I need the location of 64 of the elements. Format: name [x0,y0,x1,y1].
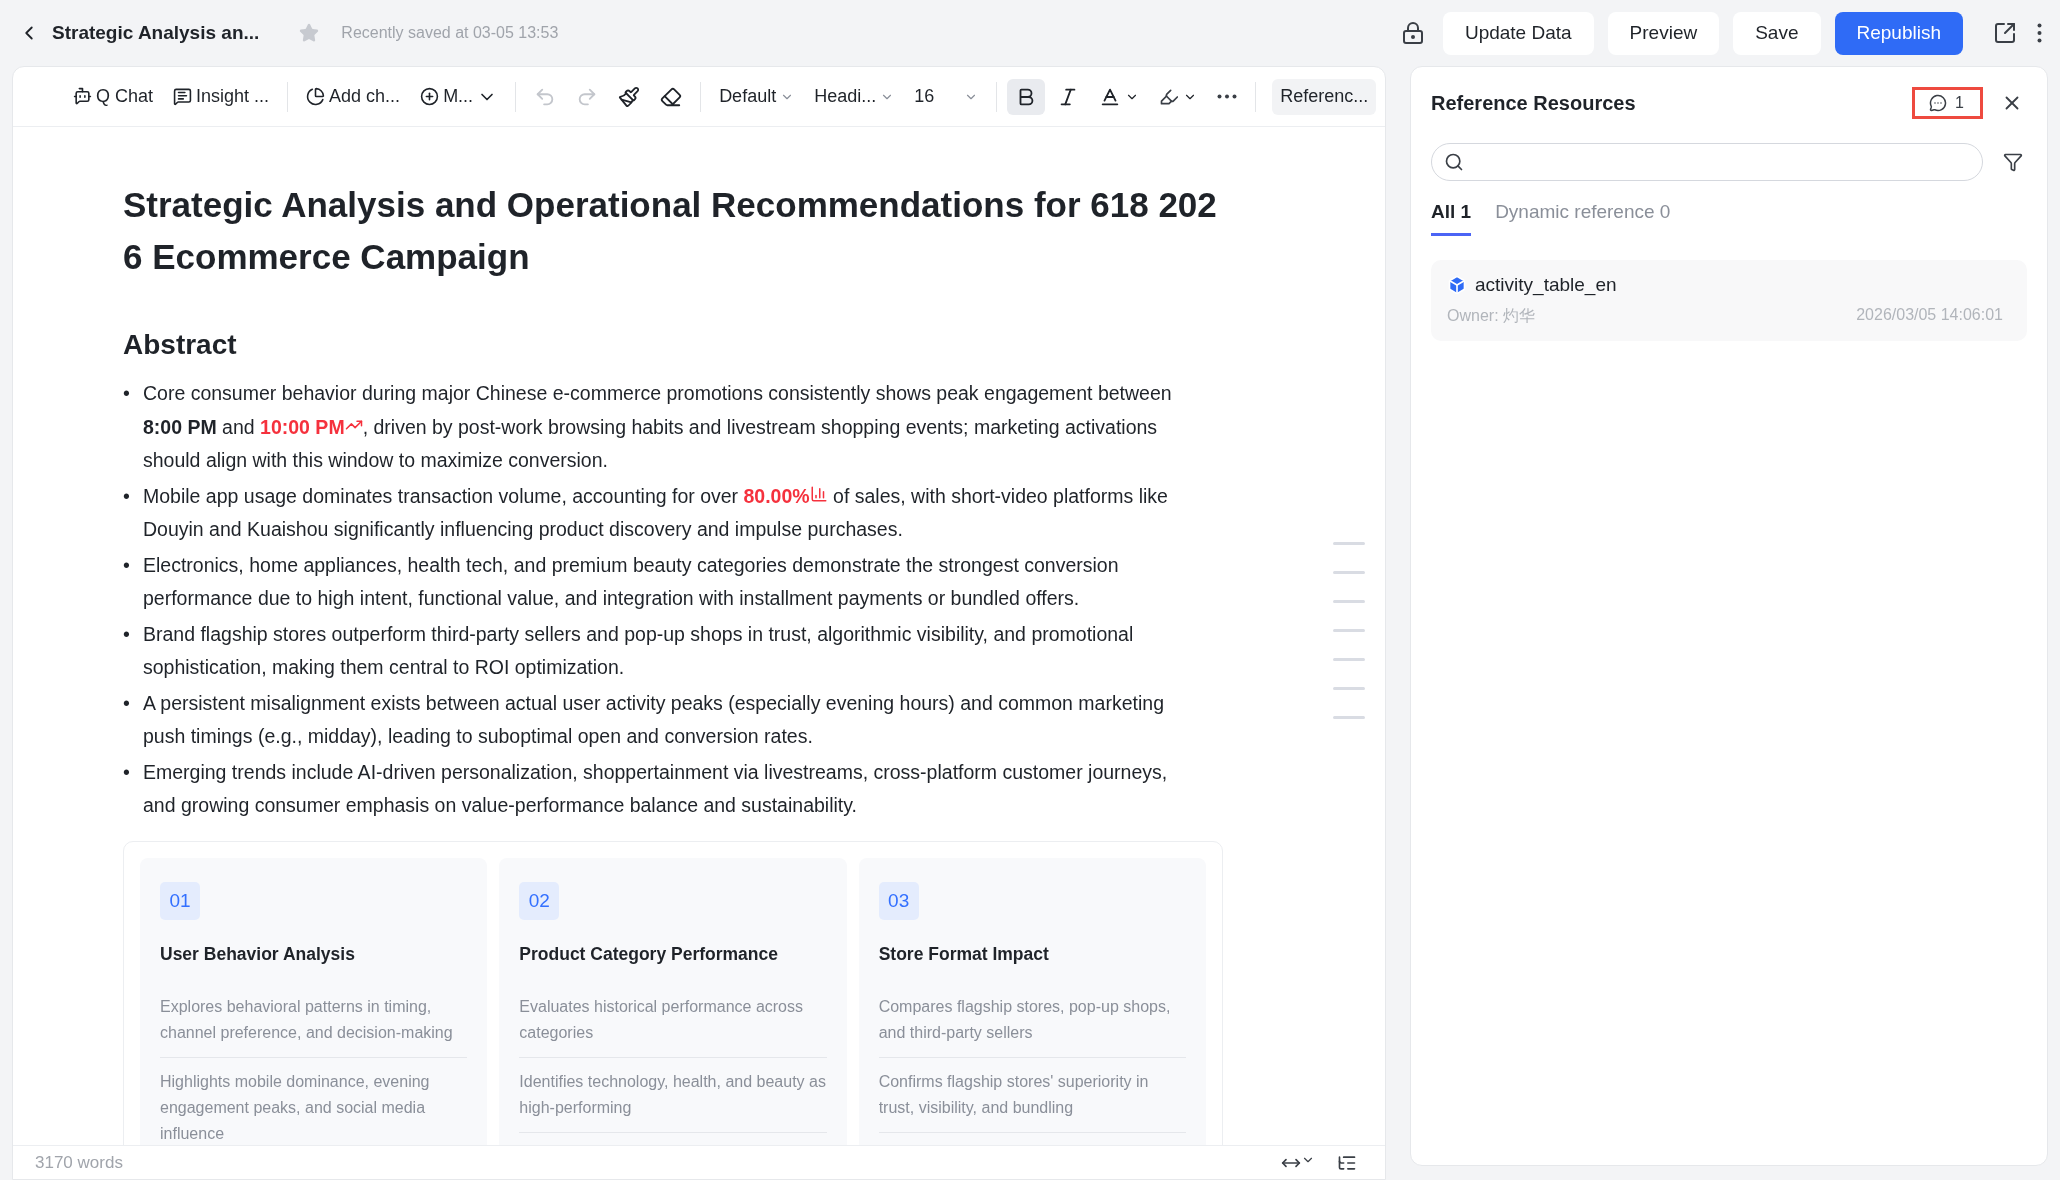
card-point: Compares flagship stores, pop-up shops, and third-party sellers [878,982,1186,1058]
bar-chart-icon [809,484,828,503]
card-point: Confirms flagship stores' superiority in trust, visibility, and bundling [878,1057,1186,1133]
bullet-marker: • [123,690,131,716]
chat-bot-icon [73,87,92,106]
card-number: 02 [519,881,560,920]
search-icon [1444,152,1464,172]
document-title: Strategic Analysis an... [52,22,260,44]
bullet-marker: • [123,759,131,785]
font-size-dropdown[interactable]: 16 [906,78,987,115]
filter-icon [2003,152,2023,172]
more-icon [2037,23,2042,43]
card-point: Highlights mobile dominance, evening engagement peaks, and social media influence [160,1057,468,1145]
chat-icon [1929,94,1948,112]
document-heading: Strategic Analysis and Operational Recommendations for 618 2026 Ecommerce Campaign [123,184,1218,278]
bullet-paragraph: Electronics, home appliances, health tech, and premium beauty categories demonstrate the strongest conversion performance due to high intent, functional value, and integration with installment payments or bundled offers. [143,552,1120,611]
pie-chart-icon [306,87,326,106]
card-point: Identifies technology, health, and beauty as high-performing [519,1057,827,1133]
bullet-paragraph: Core consumer behavior during major Chinese e-commerce promotions consistently shows peak engagement between 8:00 PM and 10:00 PM , driven by post-work browsing habits and livestream shopping events; marketing activations should align with this window to maximize conversion. [143,381,1173,473]
resource-name: activity_table_en [1475,274,1617,296]
cube-icon [1447,275,1467,295]
header-button[interactable]: Preview [1607,11,1720,55]
bullet-paragraph: A persistent misalignment exists between actual user activity peaks (especially evening hours) and common marketing push timings (e.g., midday), leading to suboptimal open and conversion rates. [143,690,1165,749]
bold-button[interactable] [1007,78,1046,115]
card-title: Product Category Performance [519,943,779,965]
bullet-paragraph: Mobile app usage dominates transaction volume, accounting for over 80.00% of sales, with short-video platforms like Douyin and Kuaishou significantly influencing product discovery and impulse purchases. [143,483,1169,542]
card-number: 01 [160,881,200,920]
bullet-marker: • [123,552,131,578]
highlighter-icon [1159,86,1180,107]
header-button[interactable]: Update Data [1442,11,1594,55]
save-status: Recently saved at 03-05 13:53 [341,24,559,42]
word-count: 3170 words [35,1152,123,1173]
reference-count-badge[interactable]: 1 [1912,87,1983,119]
panel-tab[interactable]: All 1 [1431,201,1472,236]
plus-circle-icon [420,87,440,106]
header-button[interactable]: Save [1733,11,1821,55]
card-number: 03 [878,881,919,920]
add-chart-button[interactable]: Add ch... [298,78,409,115]
card-point: Evaluates historical performance across categories [519,982,827,1058]
message-icon [173,87,193,106]
panel-title: Reference Resources [1431,91,1637,115]
more-menu-button[interactable]: M... [412,78,506,115]
font-dropdown[interactable]: Default [711,78,803,115]
bullet-marker: • [123,621,131,647]
card-title: User Behavior Analysis [160,943,356,965]
share-icon [1993,21,2017,45]
insight-button[interactable]: Insight ... [165,78,278,115]
card-point: Explores behavioral patterns in timing, channel preference, and decision-making [160,982,468,1058]
reference-button[interactable]: Referenc... [1272,78,1377,115]
chat-button[interactable]: Q Chat [65,78,162,115]
bullet-paragraph: Brand flagship stores outperform third-party sellers and pop-up shops in trust, algorithmic visibility, and promotional sophistication, making them central to ROI optimization. [143,621,1135,680]
card-title: Store Format Impact [878,943,1050,965]
section-heading: Abstract [123,329,238,361]
primary-button[interactable]: Republish [1834,11,1963,55]
resource-owner: Owner: 灼华 [1447,306,1535,326]
more-icon [1217,94,1238,99]
eraser-icon [660,85,683,108]
resource-date: 2026/03/05 14:06:01 [1856,306,2003,325]
lock-icon [1400,21,1425,45]
bullet-marker: • [123,381,131,406]
bullet-paragraph: Emerging trends include AI-driven personalization, shoppertainment via livestreams, cross-platform customer journeys, and growing consumer emphasis on value-performance balance and sustainability. [143,759,1169,818]
heading-dropdown[interactable]: Headi... [806,78,903,115]
bullet-marker: • [123,483,131,509]
resource-item[interactable]: activity_table_en Owner: 灼华 2026/03/05 14:06:01 [1431,260,2027,341]
